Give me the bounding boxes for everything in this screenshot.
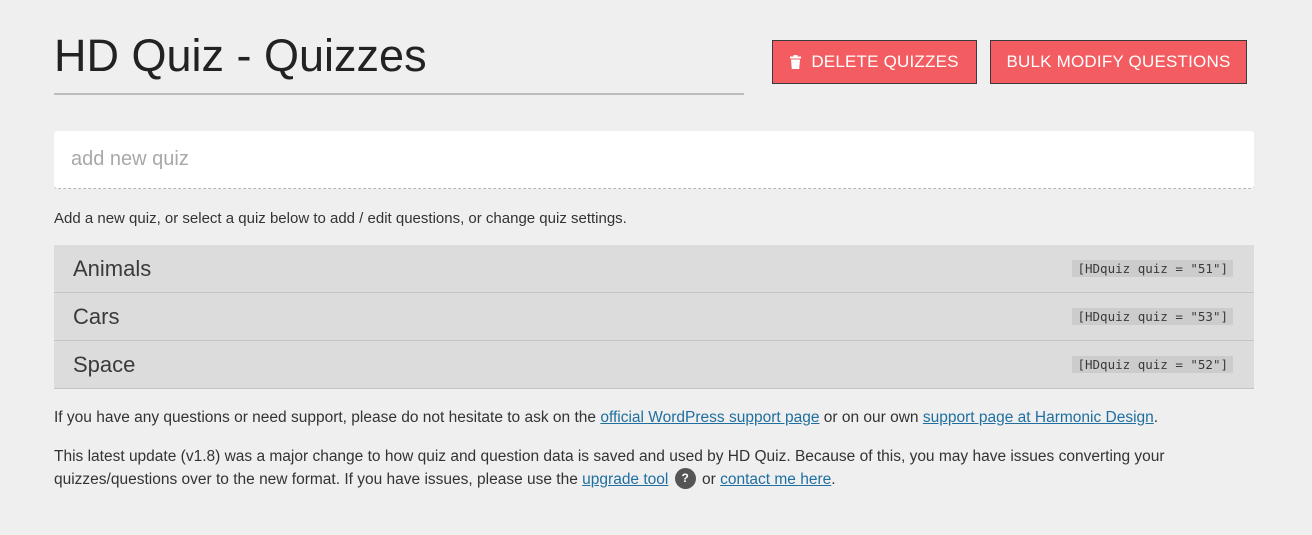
quiz-row-animals[interactable]: Animals [HDquiz quiz = "51"] — [54, 245, 1254, 293]
quiz-list: Animals [HDquiz quiz = "51"] Cars [HDqui… — [54, 245, 1254, 389]
support-note: If you have any questions or need suppor… — [54, 406, 1174, 429]
delete-quizzes-label: DELETE QUIZZES — [811, 52, 959, 71]
quiz-name: Space — [73, 351, 136, 377]
update-note: This latest update (v1.8) was a major ch… — [54, 445, 1174, 491]
quiz-row-space[interactable]: Space [HDquiz quiz = "52"] — [54, 341, 1254, 389]
title-divider — [54, 93, 744, 95]
update-text-3: . — [831, 471, 836, 488]
quiz-shortcode: [HDquiz quiz = "53"] — [1072, 308, 1233, 325]
bulk-modify-label: BULK MODIFY QUESTIONS — [1006, 52, 1231, 71]
delete-quizzes-button[interactable]: DELETE QUIZZES — [772, 40, 977, 84]
question-circle-icon[interactable]: ? — [674, 467, 696, 489]
quiz-name: Animals — [73, 255, 152, 281]
add-new-quiz-input[interactable] — [54, 131, 1254, 189]
page-title: HD Quiz - Quizzes — [54, 30, 427, 81]
quiz-shortcode: [HDquiz quiz = "52"] — [1072, 356, 1233, 373]
new-quiz-helper-text: Add a new quiz, or select a quiz below t… — [54, 210, 627, 227]
wordpress-support-link[interactable]: official WordPress support page — [600, 409, 819, 426]
update-text-2: or — [697, 471, 721, 488]
support-text-1: If you have any questions or need suppor… — [54, 409, 601, 426]
bulk-modify-questions-button[interactable]: BULK MODIFY QUESTIONS — [990, 40, 1247, 84]
upgrade-tool-link[interactable]: upgrade tool — [582, 471, 668, 488]
quiz-row-cars[interactable]: Cars [HDquiz quiz = "53"] — [54, 293, 1254, 341]
support-text-2: or on our own — [819, 409, 923, 426]
quiz-shortcode: [HDquiz quiz = "51"] — [1072, 260, 1233, 277]
contact-me-link[interactable]: contact me here — [720, 471, 831, 488]
support-text-3: . — [1153, 409, 1159, 426]
harmonic-design-support-link[interactable]: support page at Harmonic Design — [923, 409, 1154, 426]
trash-icon — [790, 55, 802, 69]
quiz-name: Cars — [73, 303, 120, 329]
